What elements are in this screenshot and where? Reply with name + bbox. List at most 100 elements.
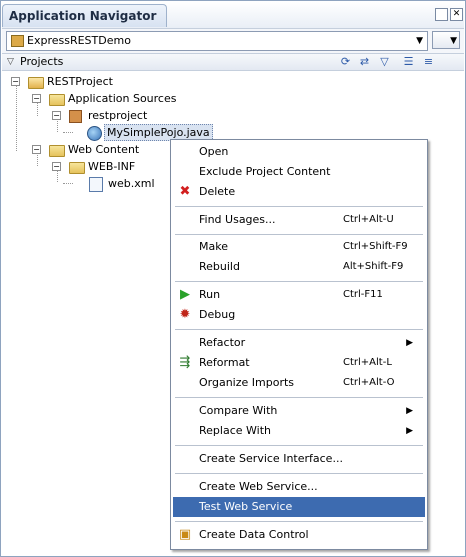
tree-item-restproject-package[interactable]: − restproject: [52, 107, 252, 124]
menu-item-label: Create Web Service...: [199, 480, 318, 493]
package-icon: [69, 110, 82, 123]
project-dropdown-value: ExpressRESTDemo: [27, 34, 131, 47]
options-icon[interactable]: ≡: [422, 55, 435, 68]
sync-icon[interactable]: ⇄: [358, 55, 371, 68]
projects-header[interactable]: ▽ Projects ⟳ ⇄ ▽ ☰ ≡: [2, 53, 464, 71]
menu-item-make[interactable]: Make Ctrl+Shift-F9: [173, 237, 425, 257]
delete-icon: ✖: [179, 184, 191, 199]
menu-item-debug[interactable]: ✹ Debug: [173, 305, 425, 325]
menu-item-label: Create Service Interface...: [199, 452, 343, 465]
menu-separator: [175, 521, 423, 522]
chevron-down-icon: ▼: [450, 36, 457, 46]
collapse-icon[interactable]: −: [52, 162, 61, 171]
menu-item-create-service-interface[interactable]: Create Service Interface...: [173, 449, 425, 469]
data-control-icon: ▣: [178, 527, 192, 542]
menu-item-label: Make: [199, 240, 228, 253]
submenu-arrow-icon: ▶: [406, 338, 413, 348]
reformat-icon: ⇶: [179, 355, 191, 370]
menu-separator: [175, 329, 423, 330]
tree-item-label: web.xml: [108, 177, 155, 190]
menu-item-replace-with[interactable]: Replace With ▶: [173, 421, 425, 441]
submenu-arrow-icon: ▶: [406, 406, 413, 416]
menu-item-compare-with[interactable]: Compare With ▶: [173, 401, 425, 421]
menu-separator: [175, 281, 423, 282]
collapse-icon[interactable]: −: [52, 111, 61, 120]
menu-item-label: Create Data Control: [199, 528, 309, 541]
menu-item-reformat[interactable]: ⇶ Reformat Ctrl+Alt-L: [173, 353, 425, 373]
menu-item-shortcut: Ctrl+Shift-F9: [343, 241, 408, 252]
menu-item-exclude-project-content[interactable]: Exclude Project Content: [173, 162, 425, 182]
menu-item-label: Compare With: [199, 404, 278, 417]
tree-connector: [16, 85, 17, 151]
menu-item-label: Test Web Service: [199, 500, 293, 513]
menu-item-find-usages[interactable]: Find Usages... Ctrl+Alt-U: [173, 210, 425, 230]
collapse-triangle-icon[interactable]: ▽: [7, 54, 14, 70]
collapse-icon[interactable]: −: [32, 145, 41, 154]
run-icon: ▶: [180, 287, 190, 302]
title-bar: Application Navigator ✕: [2, 2, 464, 29]
menu-item-organize-imports[interactable]: Organize Imports Ctrl+Alt-O: [173, 373, 425, 393]
menu-item-label: Open: [199, 145, 229, 158]
tree-item-label: Web Content: [68, 143, 140, 156]
menu-item-rebuild[interactable]: Rebuild Alt+Shift-F9: [173, 257, 425, 277]
application-menu-button[interactable]: ▼: [432, 31, 460, 49]
context-menu: Open Exclude Project Content ✖ Delete Fi…: [170, 139, 428, 550]
tree-item-restproject[interactable]: − RESTProject: [11, 73, 211, 90]
window-title-tab[interactable]: Application Navigator: [2, 4, 168, 27]
menu-item-shortcut: Ctrl-F11: [343, 289, 383, 300]
project-dropdown[interactable]: ExpressRESTDemo ▼: [6, 31, 428, 51]
menu-item-label: Debug: [199, 308, 236, 321]
collapse-icon[interactable]: −: [32, 94, 41, 103]
folder-icon: [69, 162, 85, 174]
project-icon: [28, 77, 44, 89]
tree-connector: [63, 132, 73, 133]
project-selector-row: ExpressRESTDemo ▼ ▼: [2, 29, 464, 53]
menu-item-refactor[interactable]: Refactor ▶: [173, 333, 425, 353]
tree-item-label: RESTProject: [47, 75, 113, 88]
menu-item-label: Exclude Project Content: [199, 165, 331, 178]
menu-item-open[interactable]: Open: [173, 142, 425, 162]
menu-item-shortcut: Ctrl+Alt-O: [343, 377, 395, 388]
java-file-icon: [87, 126, 102, 141]
menu-item-create-data-control[interactable]: ▣ Create Data Control: [173, 525, 425, 545]
menu-item-label: Run: [199, 288, 221, 301]
menu-item-test-web-service[interactable]: Test Web Service: [173, 497, 425, 517]
window-title: Application Navigator: [9, 9, 157, 23]
menu-item-shortcut: Ctrl+Alt-U: [343, 214, 394, 225]
folder-icon: [49, 145, 65, 157]
folder-icon: [49, 94, 65, 106]
submenu-arrow-icon: ▶: [406, 426, 413, 436]
menu-separator: [175, 445, 423, 446]
chevron-down-icon: ▼: [416, 36, 423, 46]
menu-item-delete[interactable]: ✖ Delete: [173, 182, 425, 202]
tree-item-label: restproject: [88, 109, 148, 122]
minimize-icon[interactable]: [435, 8, 448, 21]
menu-item-label: Reformat: [199, 356, 250, 369]
menu-item-create-web-service[interactable]: Create Web Service...: [173, 477, 425, 497]
collapse-icon[interactable]: −: [11, 77, 20, 86]
menu-separator: [175, 397, 423, 398]
menu-item-shortcut: Ctrl+Alt-L: [343, 357, 392, 368]
menu-item-label: Organize Imports: [199, 376, 295, 389]
projects-header-label: Projects: [20, 55, 64, 68]
filter-icon[interactable]: ▽: [378, 55, 391, 68]
menu-item-label: Rebuild: [199, 260, 240, 273]
menu-separator: [175, 473, 423, 474]
xml-file-icon: [89, 177, 103, 192]
menu-item-shortcut: Alt+Shift-F9: [343, 261, 404, 272]
sort-icon[interactable]: ☰: [402, 55, 415, 68]
tree-item-application-sources[interactable]: − Application Sources: [32, 90, 232, 107]
menu-item-label: Find Usages...: [199, 213, 276, 226]
menu-item-label: Refactor: [199, 336, 246, 349]
menu-item-label: Replace With: [199, 424, 271, 437]
application-icon: [11, 35, 24, 47]
menu-item-label: Delete: [199, 185, 236, 198]
refresh-icon[interactable]: ⟳: [339, 55, 352, 68]
tree-item-label: WEB-INF: [88, 160, 136, 173]
debug-bug-icon: ✹: [179, 307, 191, 322]
close-icon[interactable]: ✕: [450, 8, 463, 21]
menu-item-run[interactable]: ▶ Run Ctrl-F11: [173, 285, 425, 305]
menu-separator: [175, 206, 423, 207]
menu-separator: [175, 234, 423, 235]
tree-connector: [63, 183, 73, 184]
